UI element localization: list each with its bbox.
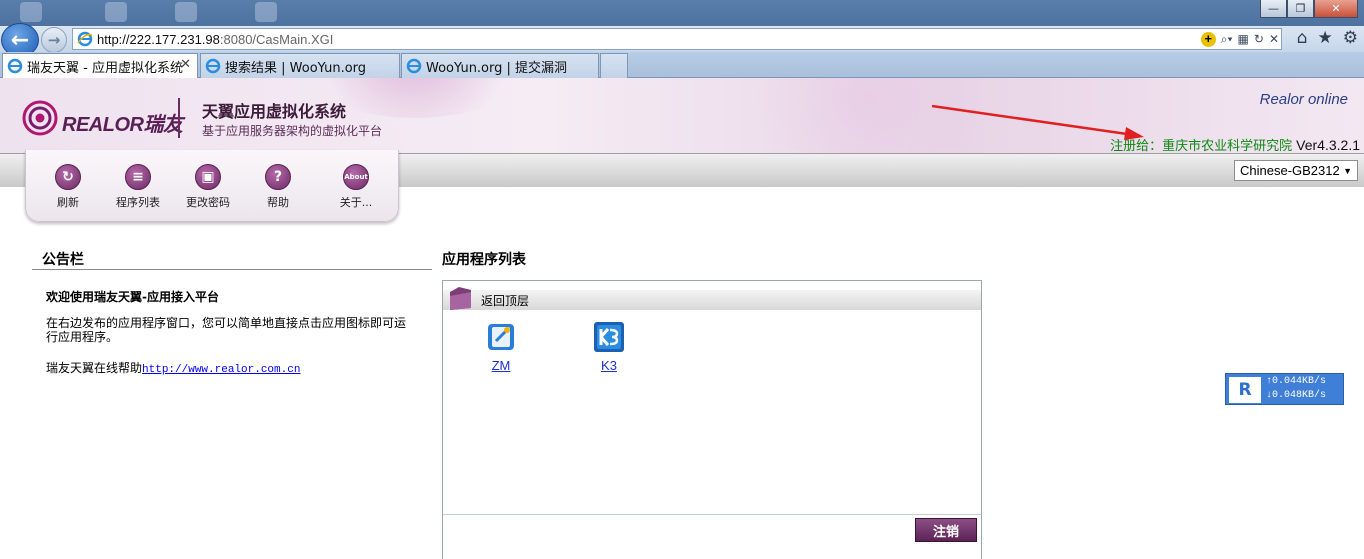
- home-icon[interactable]: ⌂: [1297, 28, 1308, 48]
- desktop-icon: [20, 2, 42, 22]
- app-list-panel: 返回顶层 ZM K3 注销: [442, 280, 982, 559]
- about-button[interactable]: About 关于...: [326, 164, 386, 210]
- help-label: 帮助: [267, 196, 289, 209]
- navigation-bar: ← → http://222.177.231.98:8080/CasMain.X…: [0, 23, 1364, 57]
- tab-label: 搜索结果 | WooYun.org: [225, 60, 367, 76]
- network-plug-icon: R: [1229, 377, 1261, 403]
- chevron-down-icon: ▼: [1343, 166, 1352, 176]
- close-window-button[interactable]: ✕: [1314, 0, 1358, 18]
- tab-submit-vuln[interactable]: WooYun.org | 提交漏洞: [401, 53, 599, 78]
- program-list-label: 程序列表: [116, 196, 160, 209]
- app-k3-label[interactable]: K3: [579, 358, 639, 373]
- favorites-star-icon[interactable]: ★: [1318, 28, 1333, 48]
- bulletin-description: 在右边发布的应用程序窗口，您可以简单地直接点击应用图标即可运行应用程序。: [46, 316, 407, 344]
- upload-speed: ↑0.044KB/s: [1266, 376, 1327, 387]
- tab-bar: 瑞友天翼 - 应用虚拟化系统 ✕ 搜索结果 | WooYun.org WooYu…: [0, 52, 1364, 78]
- system-title: 天翼应用虚拟化系统: [202, 102, 347, 121]
- zm-app-icon: [488, 324, 514, 350]
- change-password-button[interactable]: ▣ 更改密码: [178, 164, 238, 210]
- network-speed-widget: R ↑0.044KB/s ↓0.048KB/s: [1225, 373, 1344, 405]
- search-icon[interactable]: ⌕▾: [1221, 32, 1233, 47]
- refresh-label: 刷新: [57, 196, 79, 209]
- about-icon: About: [343, 164, 369, 190]
- back-to-top-button[interactable]: 返回顶层: [443, 287, 981, 310]
- app-zm[interactable]: ZM: [471, 321, 531, 373]
- registered-org: 重庆市农业科学研究院: [1162, 139, 1293, 154]
- main-toolbar: ↻ 刷新 ≡ 程序列表 ▣ 更改密码 ? 帮助 About 关于...: [25, 150, 399, 222]
- page-content: REALOR瑞友 天翼应用虚拟化系统 基于应用服务器架构的虚拟化平台 Realo…: [0, 78, 1364, 559]
- app-list-title: 应用程序列表: [442, 252, 526, 268]
- help-icon: ?: [265, 164, 291, 190]
- version-label: Ver4.3.2.1: [1296, 137, 1360, 153]
- desktop-icon: [175, 2, 197, 22]
- logo-divider: [178, 98, 180, 138]
- registered-label: 注册给：: [1110, 139, 1163, 154]
- address-bar[interactable]: http://222.177.231.98:8080/CasMain.XGI +…: [72, 28, 1282, 50]
- ie-icon: [406, 58, 422, 74]
- tab-label: WooYun.org | 提交漏洞: [426, 60, 568, 76]
- download-speed: ↓0.048KB/s: [1266, 390, 1327, 401]
- desktop-icon: [105, 2, 127, 22]
- realor-logo-icon: [22, 100, 58, 136]
- system-subtitle: 基于应用服务器架构的虚拟化平台: [202, 124, 383, 138]
- lock-icon: ▣: [195, 164, 221, 190]
- help-link[interactable]: http://www.realor.com.cn: [142, 364, 300, 376]
- logout-button[interactable]: 注销: [915, 518, 977, 542]
- url-path: :8080/CasMain.XGI: [219, 31, 334, 47]
- tab-close-icon[interactable]: ✕: [180, 57, 191, 72]
- tab-realor[interactable]: 瑞友天翼 - 应用虚拟化系统 ✕: [2, 53, 198, 78]
- language-selected: Chinese-GB2312: [1240, 163, 1340, 178]
- bulletin-welcome: 欢迎使用瑞友天翼-应用接入平台: [46, 290, 219, 304]
- back-arrow-icon: ←: [10, 27, 30, 53]
- app-list-footer-divider: [443, 514, 981, 515]
- minimize-button[interactable]: —: [1260, 0, 1287, 18]
- bulletin-title: 公告栏: [42, 252, 84, 268]
- refresh-page-icon[interactable]: ↻: [1254, 32, 1264, 46]
- realor-online-link[interactable]: Realor online: [1260, 91, 1348, 108]
- about-label: 关于...: [339, 196, 373, 209]
- tab-label: 瑞友天翼 - 应用虚拟化系统: [27, 60, 183, 76]
- language-select[interactable]: Chinese-GB2312 ▼: [1234, 160, 1358, 181]
- forward-arrow-icon: →: [47, 31, 61, 49]
- refresh-button[interactable]: ↻ 刷新: [38, 164, 98, 210]
- refresh-icon: ↻: [55, 164, 81, 190]
- url-host: http://222.177.231.98: [97, 31, 220, 47]
- k3-app-icon: [594, 322, 624, 352]
- help-button[interactable]: ? 帮助: [248, 164, 308, 210]
- add-on-icon[interactable]: +: [1200, 31, 1216, 47]
- bulletin-divider: [32, 269, 432, 270]
- ie-icon: [7, 58, 23, 74]
- ie-icon: [77, 31, 93, 47]
- window-titlebar: — ❐ ✕: [0, 0, 1364, 26]
- forward-button[interactable]: →: [41, 27, 67, 53]
- change-password-label: 更改密码: [186, 196, 230, 209]
- maximize-button[interactable]: ❐: [1287, 0, 1314, 18]
- registration-info: 注册给：重庆市农业科学研究院 Ver4.3.2.1: [1110, 135, 1360, 154]
- bulletin-help: 瑞友天翼在线帮助http://www.realor.com.cn: [46, 359, 300, 376]
- ie-icon: [205, 58, 221, 74]
- program-list-button[interactable]: ≡ 程序列表: [108, 164, 168, 210]
- stop-icon[interactable]: ✕: [1269, 32, 1279, 46]
- help-prefix: 瑞友天翼在线帮助: [46, 361, 143, 375]
- app-zm-label[interactable]: ZM: [471, 358, 531, 373]
- page-header: REALOR瑞友 天翼应用虚拟化系统 基于应用服务器架构的虚拟化平台 Realo…: [0, 78, 1364, 158]
- app-k3[interactable]: K3: [579, 321, 639, 373]
- folder-icon: [450, 287, 471, 310]
- settings-gear-icon[interactable]: ⚙: [1343, 28, 1358, 48]
- desktop-icon: [255, 2, 277, 22]
- logo-text: REALOR瑞友: [62, 114, 183, 136]
- tab-search-results[interactable]: 搜索结果 | WooYun.org: [200, 53, 400, 78]
- compat-view-icon[interactable]: ▦: [1238, 32, 1249, 46]
- back-to-top-label: 返回顶层: [481, 293, 530, 308]
- list-icon: ≡: [125, 164, 151, 190]
- new-tab-button[interactable]: [600, 53, 628, 78]
